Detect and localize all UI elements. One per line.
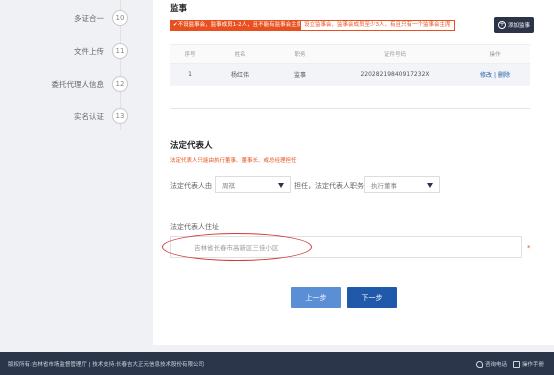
legal-rep-from-label: 法定代表人由 — [170, 182, 212, 190]
book-icon — [512, 360, 520, 368]
step-11[interactable]: 文件上传 11 — [74, 43, 128, 59]
step-number: 10 — [112, 10, 128, 26]
column-header: 序号 — [170, 44, 210, 64]
add-supervisor-label: 添加监事 — [507, 23, 530, 29]
supervisor-option-board[interactable]: 设立监事会，监事会成员至少3人，有且只有一个监事会主席 — [300, 20, 455, 31]
column-header: 姓名 — [210, 44, 270, 64]
consult-phone-link[interactable]: 咨询电话 — [475, 360, 507, 368]
legal-rep-role-label: 担任，法定代表人职务 — [294, 182, 364, 190]
highlight-annotation — [162, 233, 312, 261]
footer-copyright: 版权所有:吉林省市场监督管理厅 | 技术支持:长春吉大正元信息技术股份有限公司 — [8, 361, 205, 368]
prev-step-button[interactable]: 上一步 — [291, 287, 341, 308]
delete-link[interactable]: 删除 — [498, 72, 510, 79]
step-10[interactable]: 多证合一 10 — [74, 10, 128, 26]
footer-links: 咨询电话 操作手册 — [475, 360, 544, 368]
step-label: 多证合一 — [74, 13, 104, 23]
row-index: 1 — [170, 63, 210, 86]
step-number: 12 — [112, 76, 128, 92]
step-label: 文件上传 — [74, 46, 104, 56]
step-number: 13 — [112, 108, 128, 124]
legal-rep-hint: 法定代表人只能由执行董事、董事长、或总经理担任 — [170, 158, 297, 164]
step-sidebar: 多证合一 10 文件上传 11 委托代理人信息 12 实名认证 13 — [0, 0, 150, 345]
supervisor-option-no-board[interactable]: ✔不设监事会，监事成员1-2人，且不能有监事会主席 — [170, 20, 306, 31]
row-role: 监事 — [270, 63, 330, 86]
step-label: 委托代理人信息 — [51, 79, 105, 89]
table-row: 1 杨红伟 监事 2202821984091​7232X 修改 | 删除 — [170, 63, 530, 86]
step-12[interactable]: 委托代理人信息 12 — [51, 76, 128, 92]
column-header: 证件号码 — [330, 44, 460, 64]
edit-link[interactable]: 修改 — [480, 72, 492, 79]
manual-link[interactable]: 操作手册 — [512, 360, 544, 368]
divider — [170, 108, 530, 109]
address-label: 法定代表人住址 — [170, 223, 219, 231]
legal-rep-role-select[interactable]: 执行董事 — [364, 176, 440, 193]
required-mark: * — [527, 244, 531, 252]
supervisor-table: 序号 姓名 职务 证件号码 操作 1 杨红伟 监事 2202821984091​… — [170, 44, 530, 86]
row-id-number: 2202821984091​7232X — [330, 63, 460, 86]
footer: 版权所有:吉林省市场监督管理厅 | 技术支持:长春吉大正元信息技术股份有限公司 … — [0, 352, 554, 375]
column-header: 操作 — [460, 44, 530, 64]
next-step-button[interactable]: 下一步 — [347, 287, 397, 308]
step-13[interactable]: 实名认证 13 — [74, 108, 128, 124]
column-header: 职务 — [270, 44, 330, 64]
manual-label: 操作手册 — [521, 361, 544, 368]
form-panel: 监事 ✔不设监事会，监事成员1-2人，且不能有监事会主席 设立监事会，监事会成员… — [153, 0, 554, 345]
selected-value: 执行董事 — [371, 181, 397, 190]
add-supervisor-button[interactable]: + 添加监事 — [494, 17, 534, 33]
row-name: 杨红伟 — [210, 63, 270, 86]
phone-icon — [475, 360, 483, 368]
step-label: 实名认证 — [74, 111, 104, 121]
row-actions: 修改 | 删除 — [460, 63, 530, 86]
action-separator: | — [493, 72, 497, 80]
step-number: 11 — [112, 43, 128, 59]
table-header: 序号 姓名 职务 证件号码 操作 — [170, 44, 530, 64]
legal-rep-title: 法定代表人 — [170, 141, 213, 151]
supervisor-title: 监事 — [170, 4, 188, 14]
caret-down-icon — [427, 183, 433, 188]
selected-value: 周祺 — [222, 181, 235, 190]
plus-icon: + — [497, 21, 506, 29]
legal-rep-person-select[interactable]: 周祺 — [215, 176, 291, 193]
caret-down-icon — [278, 183, 284, 188]
consult-phone-label: 咨询电话 — [484, 361, 507, 368]
